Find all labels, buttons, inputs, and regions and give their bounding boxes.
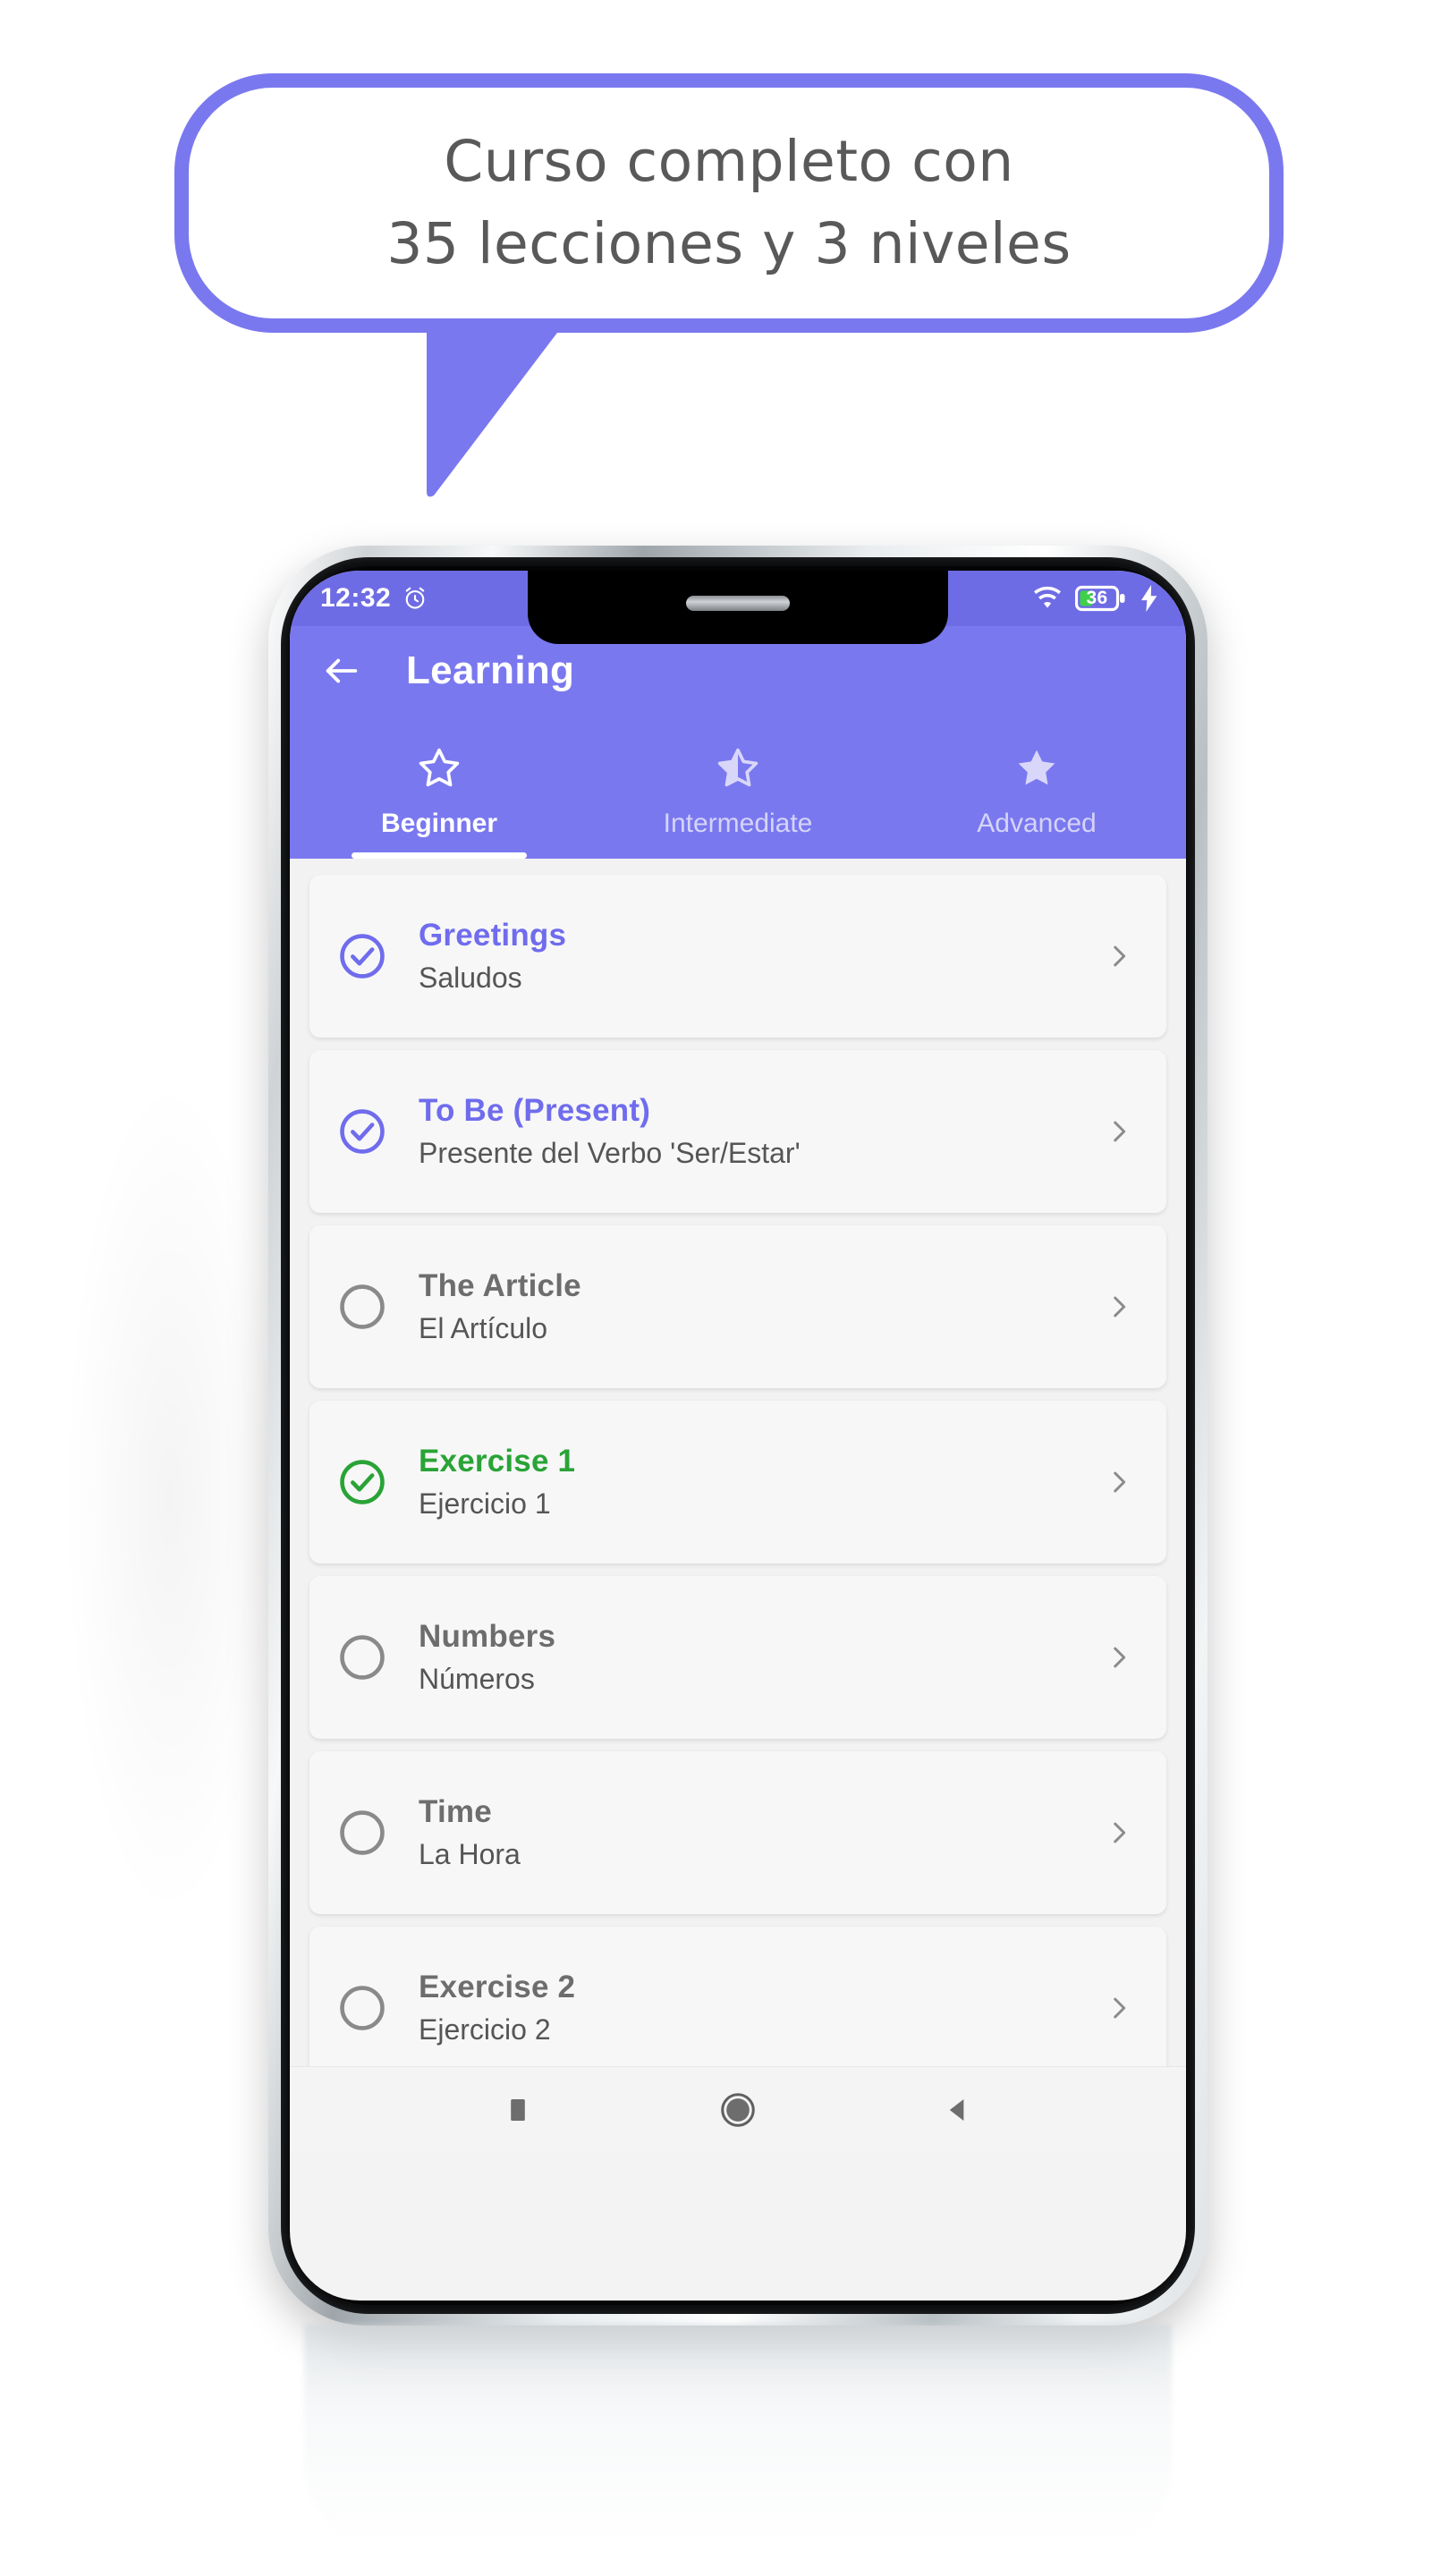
empty-circle-icon [336, 1982, 419, 2034]
app-bar: Learning Beginner Intermediate Advanced [290, 626, 1186, 859]
status-bar: 12:32 36 [290, 571, 1186, 644]
status-bar-right: 36 [1032, 585, 1159, 612]
list-item[interactable]: To Be (Present) Presente del Verbo 'Ser/… [309, 1050, 1166, 1213]
check-circle-icon [336, 1456, 419, 1508]
triangle-back-icon[interactable] [933, 2085, 983, 2135]
lesson-subtitle: Saludos [419, 962, 522, 994]
promo-speech-bubble: Curso completo con 35 lecciones y 3 nive… [174, 73, 1284, 497]
lesson-title: Exercise 2 [419, 1970, 576, 2004]
lesson-subtitle: La Hora [419, 1838, 521, 1870]
star-half-icon [715, 741, 761, 796]
promo-line-1: Curso completo con [444, 129, 1014, 194]
battery-level-label: 36 [1086, 588, 1108, 608]
list-item-text: To Be (Present) Presente del Verbo 'Ser/… [419, 1093, 1095, 1170]
lesson-title: Time [419, 1794, 492, 1829]
back-arrow-icon[interactable] [320, 649, 363, 692]
earpiece-speaker-icon [686, 596, 790, 611]
circle-home-icon[interactable] [713, 2085, 763, 2135]
tab-beginner[interactable]: Beginner [290, 716, 589, 859]
phone-reflection [304, 2324, 1172, 2547]
lesson-title: The Article [419, 1268, 581, 1303]
tab-advanced-label: Advanced [977, 809, 1097, 838]
list-item[interactable]: Numbers Números [309, 1576, 1166, 1739]
floor-shadow [63, 1073, 277, 1923]
star-outline-icon [416, 741, 462, 796]
page-title: Learning [406, 648, 575, 692]
lesson-list[interactable]: Greetings Saludos To Be (Present) Presen… [290, 859, 1186, 2152]
alarm-clock-icon [402, 585, 428, 612]
lesson-title: Greetings [419, 918, 567, 953]
chevron-right-icon[interactable] [1095, 1116, 1143, 1147]
list-item[interactable]: Greetings Saludos [309, 875, 1166, 1038]
status-bar-left: 12:32 [290, 583, 428, 614]
lesson-subtitle: Ejercicio 2 [419, 2013, 551, 2046]
chevron-right-icon[interactable] [1095, 1993, 1143, 2023]
check-circle-icon [336, 1106, 419, 1157]
list-item-text: The Article El Artículo [419, 1268, 1095, 1345]
list-item-text: Time La Hora [419, 1794, 1095, 1871]
wifi-icon [1032, 586, 1063, 611]
phone-screen: 12:32 36 Learning Beginner Intermediate … [290, 571, 1186, 2301]
empty-circle-icon [336, 1631, 419, 1683]
promo-line-2: 35 lecciones y 3 niveles [386, 211, 1072, 276]
chevron-right-icon[interactable] [1095, 1292, 1143, 1322]
empty-circle-icon [336, 1281, 419, 1333]
status-bar-clock: 12:32 [320, 583, 392, 613]
lesson-subtitle: Números [419, 1663, 535, 1695]
lightning-bolt-icon [1140, 585, 1159, 612]
list-item-text: Numbers Números [419, 1619, 1095, 1696]
lesson-title: Numbers [419, 1619, 556, 1654]
lesson-subtitle: Ejercicio 1 [419, 1487, 551, 1520]
star-filled-icon [1013, 741, 1060, 796]
phone-notch [528, 571, 948, 644]
chevron-right-icon[interactable] [1095, 1467, 1143, 1497]
chevron-right-icon[interactable] [1095, 1818, 1143, 1848]
list-item-text: Greetings Saludos [419, 918, 1095, 995]
lesson-title: To Be (Present) [419, 1093, 651, 1128]
list-item[interactable]: Exercise 2 Ejercicio 2 [309, 1927, 1166, 2089]
lesson-subtitle: Presente del Verbo 'Ser/Estar' [419, 1137, 801, 1169]
list-item-text: Exercise 2 Ejercicio 2 [419, 1970, 1095, 2046]
battery-icon: 36 [1075, 585, 1127, 612]
list-item[interactable]: Exercise 1 Ejercicio 1 [309, 1401, 1166, 1563]
list-item[interactable]: Time La Hora [309, 1751, 1166, 1914]
poster-canvas: Curso completo con 35 lecciones y 3 nive… [0, 0, 1449, 2576]
square-recents-icon[interactable] [493, 2085, 543, 2135]
check-circle-icon [336, 930, 419, 982]
android-nav-bar [290, 2066, 1186, 2152]
tab-intermediate[interactable]: Intermediate [589, 716, 887, 859]
chevron-right-icon[interactable] [1095, 1642, 1143, 1673]
tab-intermediate-label: Intermediate [663, 809, 813, 838]
list-item[interactable]: The Article El Artículo [309, 1225, 1166, 1388]
lesson-subtitle: El Artículo [419, 1312, 548, 1344]
phone-mockup: 12:32 36 Learning Beginner Intermediate … [268, 546, 1208, 2326]
tab-beginner-label: Beginner [380, 809, 498, 838]
tab-active-underline [352, 852, 527, 859]
chevron-right-icon[interactable] [1095, 941, 1143, 971]
list-item-text: Exercise 1 Ejercicio 1 [419, 1444, 1095, 1521]
promo-bubble-box: Curso completo con 35 lecciones y 3 nive… [174, 73, 1284, 333]
empty-circle-icon [336, 1807, 419, 1859]
tab-advanced[interactable]: Advanced [887, 716, 1186, 859]
level-tabs: Beginner Intermediate Advanced [290, 716, 1186, 859]
lesson-title: Exercise 1 [419, 1444, 576, 1479]
